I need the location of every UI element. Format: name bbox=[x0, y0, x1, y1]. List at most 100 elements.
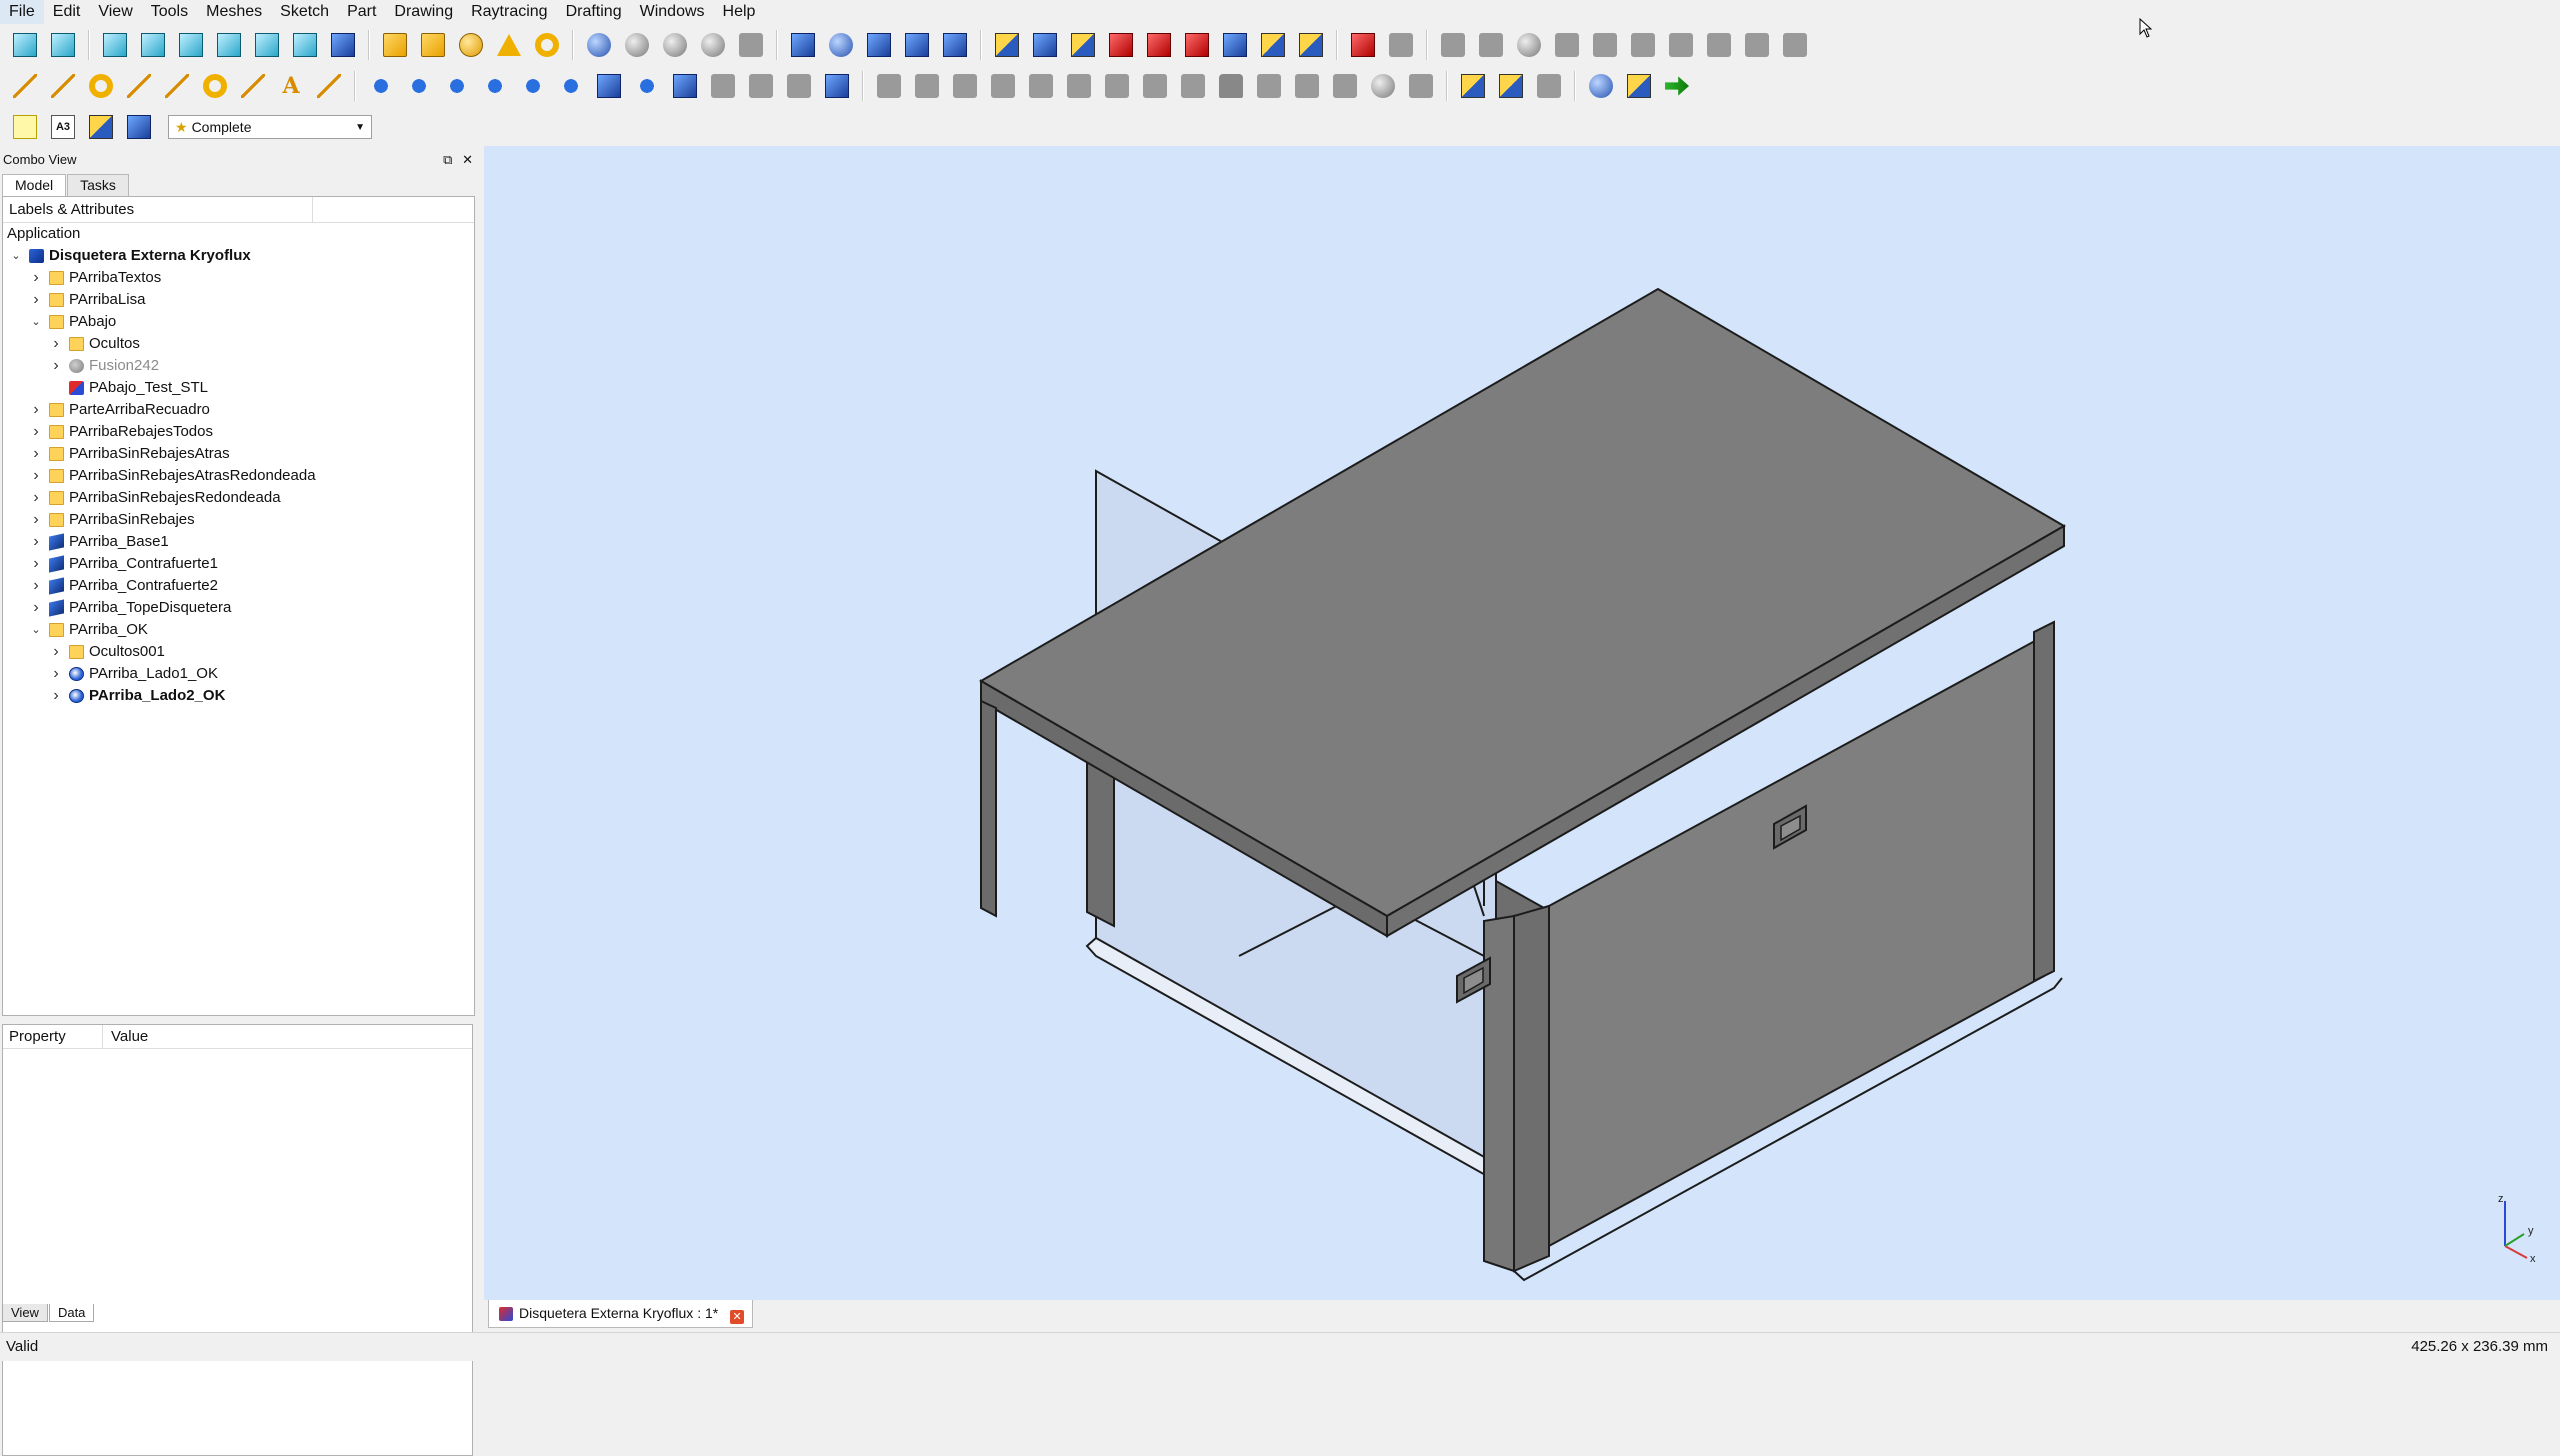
tree-item[interactable]: › PArribaSinRebajesRedondeada bbox=[3, 487, 474, 509]
draft-upgrade-button[interactable] bbox=[516, 69, 550, 103]
raytracing-render-button[interactable] bbox=[1532, 69, 1566, 103]
constrain-vertical-button[interactable] bbox=[948, 69, 982, 103]
chevron-right-icon[interactable]: › bbox=[29, 267, 43, 289]
menu-sketch[interactable]: Sketch bbox=[271, 0, 338, 24]
chevron-right-icon[interactable]: › bbox=[49, 685, 63, 707]
raytracing-new-button[interactable] bbox=[1456, 69, 1490, 103]
tab-tasks[interactable]: Tasks bbox=[67, 174, 129, 196]
part-box-button[interactable] bbox=[378, 28, 412, 62]
chevron-right-icon[interactable]: › bbox=[29, 487, 43, 509]
fuse-button[interactable] bbox=[658, 28, 692, 62]
menu-part[interactable]: Part bbox=[338, 0, 385, 24]
constrain-lock-button[interactable] bbox=[1214, 69, 1248, 103]
circle-button[interactable] bbox=[1512, 28, 1546, 62]
constrain-point-button[interactable] bbox=[872, 69, 906, 103]
constrain-tangent-button[interactable] bbox=[910, 69, 944, 103]
draw-style-button[interactable] bbox=[1584, 69, 1618, 103]
float-panel-icon[interactable]: ⧉ bbox=[443, 152, 452, 167]
new-page-a3-button[interactable]: A3 bbox=[46, 110, 80, 144]
carbon-copy-button[interactable] bbox=[1778, 28, 1812, 62]
chevron-right-icon[interactable]: › bbox=[29, 465, 43, 487]
draft-to-sketch-button[interactable] bbox=[820, 69, 854, 103]
fillet-sketch-button[interactable] bbox=[1664, 28, 1698, 62]
close-tab-icon[interactable]: ✕ bbox=[730, 1310, 745, 1324]
chevron-right-icon[interactable]: › bbox=[29, 575, 43, 597]
chevron-right-icon[interactable]: › bbox=[49, 355, 63, 377]
external-geometry-button[interactable] bbox=[1740, 28, 1774, 62]
boolean-button[interactable] bbox=[582, 28, 616, 62]
trim-button[interactable] bbox=[1702, 28, 1736, 62]
chevron-down-icon[interactable]: ⌄ bbox=[29, 311, 43, 333]
chevron-right-icon[interactable]: › bbox=[49, 641, 63, 663]
chamfer-button[interactable] bbox=[938, 28, 972, 62]
chevron-right-icon[interactable]: › bbox=[29, 421, 43, 443]
bottom-view-button[interactable] bbox=[250, 28, 284, 62]
right-view-button[interactable] bbox=[174, 28, 208, 62]
document-tab[interactable]: Disquetera Externa Kryoflux : 1* ✕ bbox=[488, 1300, 754, 1328]
common-button[interactable] bbox=[696, 28, 730, 62]
draft-text-button[interactable]: A bbox=[274, 69, 308, 103]
extrude-button[interactable] bbox=[786, 28, 820, 62]
3d-viewport[interactable]: z y x bbox=[484, 146, 2560, 1300]
insert-view-button[interactable] bbox=[84, 110, 118, 144]
constrain-vertical-distance-button[interactable] bbox=[1290, 69, 1324, 103]
menu-drawing[interactable]: Drawing bbox=[385, 0, 462, 24]
draft-trimex-button[interactable] bbox=[478, 69, 512, 103]
draft-dimension-button[interactable] bbox=[312, 69, 346, 103]
draft-arc-button[interactable] bbox=[122, 69, 156, 103]
draft-add-point-button[interactable] bbox=[706, 69, 740, 103]
menu-edit[interactable]: Edit bbox=[44, 0, 90, 24]
draft-del-point-button[interactable] bbox=[744, 69, 778, 103]
revolve-button[interactable] bbox=[824, 28, 858, 62]
tree-item[interactable]: › Ocultos001 bbox=[3, 641, 474, 663]
tab-view[interactable]: View bbox=[2, 1304, 48, 1322]
top-view-button[interactable] bbox=[136, 28, 170, 62]
draft-wire-button[interactable] bbox=[46, 69, 80, 103]
tree-item[interactable]: ⌄ Disquetera Externa Kryoflux bbox=[3, 245, 474, 267]
chevron-down-icon[interactable]: ⌄ bbox=[9, 245, 23, 267]
constrain-equal-button[interactable] bbox=[1138, 69, 1172, 103]
merge-sketch-button[interactable] bbox=[1180, 28, 1214, 62]
constrain-horizontal-button[interactable] bbox=[986, 69, 1020, 103]
menu-view[interactable]: View bbox=[89, 0, 141, 24]
chevron-right-icon[interactable]: › bbox=[29, 531, 43, 553]
map-sketch-button[interactable] bbox=[1066, 28, 1100, 62]
menu-file[interactable]: File bbox=[0, 0, 44, 24]
draft-scale-button[interactable] bbox=[592, 69, 626, 103]
left-view-button[interactable] bbox=[288, 28, 322, 62]
tree-item[interactable]: › PArribaSinRebajes bbox=[3, 509, 474, 531]
tree-item[interactable]: › PArriba_TopeDisquetera bbox=[3, 597, 474, 619]
tree-item[interactable]: › PArribaRebajesTodos bbox=[3, 421, 474, 443]
export-button[interactable] bbox=[1384, 28, 1418, 62]
chevron-right-icon[interactable]: › bbox=[49, 333, 63, 355]
tree-item[interactable]: › PArriba_Contrafuerte1 bbox=[3, 553, 474, 575]
tree-item[interactable]: › PArribaLisa bbox=[3, 289, 474, 311]
snapshot-button[interactable] bbox=[1622, 69, 1656, 103]
new-note-button[interactable] bbox=[8, 110, 42, 144]
constrain-coincident-button[interactable] bbox=[1100, 69, 1134, 103]
draft-move-button[interactable] bbox=[364, 69, 398, 103]
close-panel-icon[interactable]: ✕ bbox=[462, 152, 473, 167]
draft-edit-button[interactable] bbox=[630, 69, 664, 103]
new-drawing-button[interactable] bbox=[1346, 28, 1380, 62]
tree-item[interactable]: ⌄ PArriba_OK bbox=[3, 619, 474, 641]
draft-wire-to-bspline-button[interactable] bbox=[668, 69, 702, 103]
chevron-right-icon[interactable]: › bbox=[49, 663, 63, 685]
part-sphere-button[interactable] bbox=[454, 28, 488, 62]
draft-polygon-button[interactable] bbox=[198, 69, 232, 103]
validate-sketch-button[interactable] bbox=[1142, 28, 1176, 62]
workbench-selector[interactable]: ★ Complete ▼ bbox=[168, 115, 372, 139]
draft-rotate-button[interactable] bbox=[402, 69, 436, 103]
chevron-right-icon[interactable]: › bbox=[29, 289, 43, 311]
tree-item[interactable]: › PArribaSinRebajesAtrasRedondeada bbox=[3, 465, 474, 487]
fit-all-button[interactable] bbox=[8, 28, 42, 62]
part-torus-button[interactable] bbox=[530, 28, 564, 62]
part-cone-button[interactable] bbox=[492, 28, 526, 62]
line-button[interactable] bbox=[1550, 28, 1584, 62]
front-view-button[interactable] bbox=[98, 28, 132, 62]
tab-data[interactable]: Data bbox=[48, 1304, 95, 1322]
tree-item[interactable]: › PArribaSinRebajesAtras bbox=[3, 443, 474, 465]
menu-tools[interactable]: Tools bbox=[142, 0, 197, 24]
polyline-button[interactable] bbox=[1588, 28, 1622, 62]
fillet-button[interactable] bbox=[900, 28, 934, 62]
